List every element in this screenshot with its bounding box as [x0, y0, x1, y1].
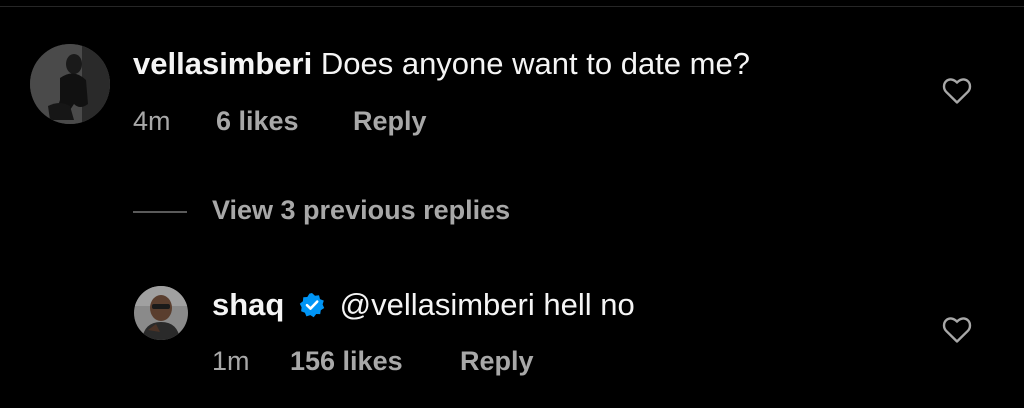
comment-time: 4m	[133, 106, 171, 136]
verified-badge-icon	[299, 293, 325, 318]
view-replies-label[interactable]: View 3 previous replies	[212, 194, 510, 226]
comment-text: Does anyone want to date me?	[320, 46, 750, 81]
comment-likes[interactable]: 6 likes	[216, 105, 299, 137]
reply-time: 1m	[212, 346, 250, 376]
comment-avatar[interactable]	[30, 44, 110, 124]
profile-photo-icon	[134, 286, 188, 340]
top-divider	[0, 6, 1024, 7]
reply-avatar[interactable]	[134, 286, 188, 340]
replies-divider-line	[133, 211, 187, 213]
reply-username[interactable]: shaq	[212, 287, 284, 322]
reply-likes[interactable]: 156 likes	[290, 345, 403, 377]
comment-username[interactable]: vellasimberi	[133, 46, 312, 81]
reply-reply-button[interactable]: Reply	[460, 345, 534, 377]
comment-reply-button[interactable]: Reply	[353, 105, 427, 137]
profile-photo-icon	[30, 44, 110, 124]
reply-text: @vellasimberi hell no	[339, 287, 635, 322]
comment-text-line: vellasimberi Does anyone want to date me…	[133, 46, 750, 82]
reply-text-line: shaq @vellasimberi hell no	[212, 287, 635, 323]
like-heart-icon[interactable]	[942, 77, 972, 105]
like-heart-icon[interactable]	[942, 316, 972, 344]
